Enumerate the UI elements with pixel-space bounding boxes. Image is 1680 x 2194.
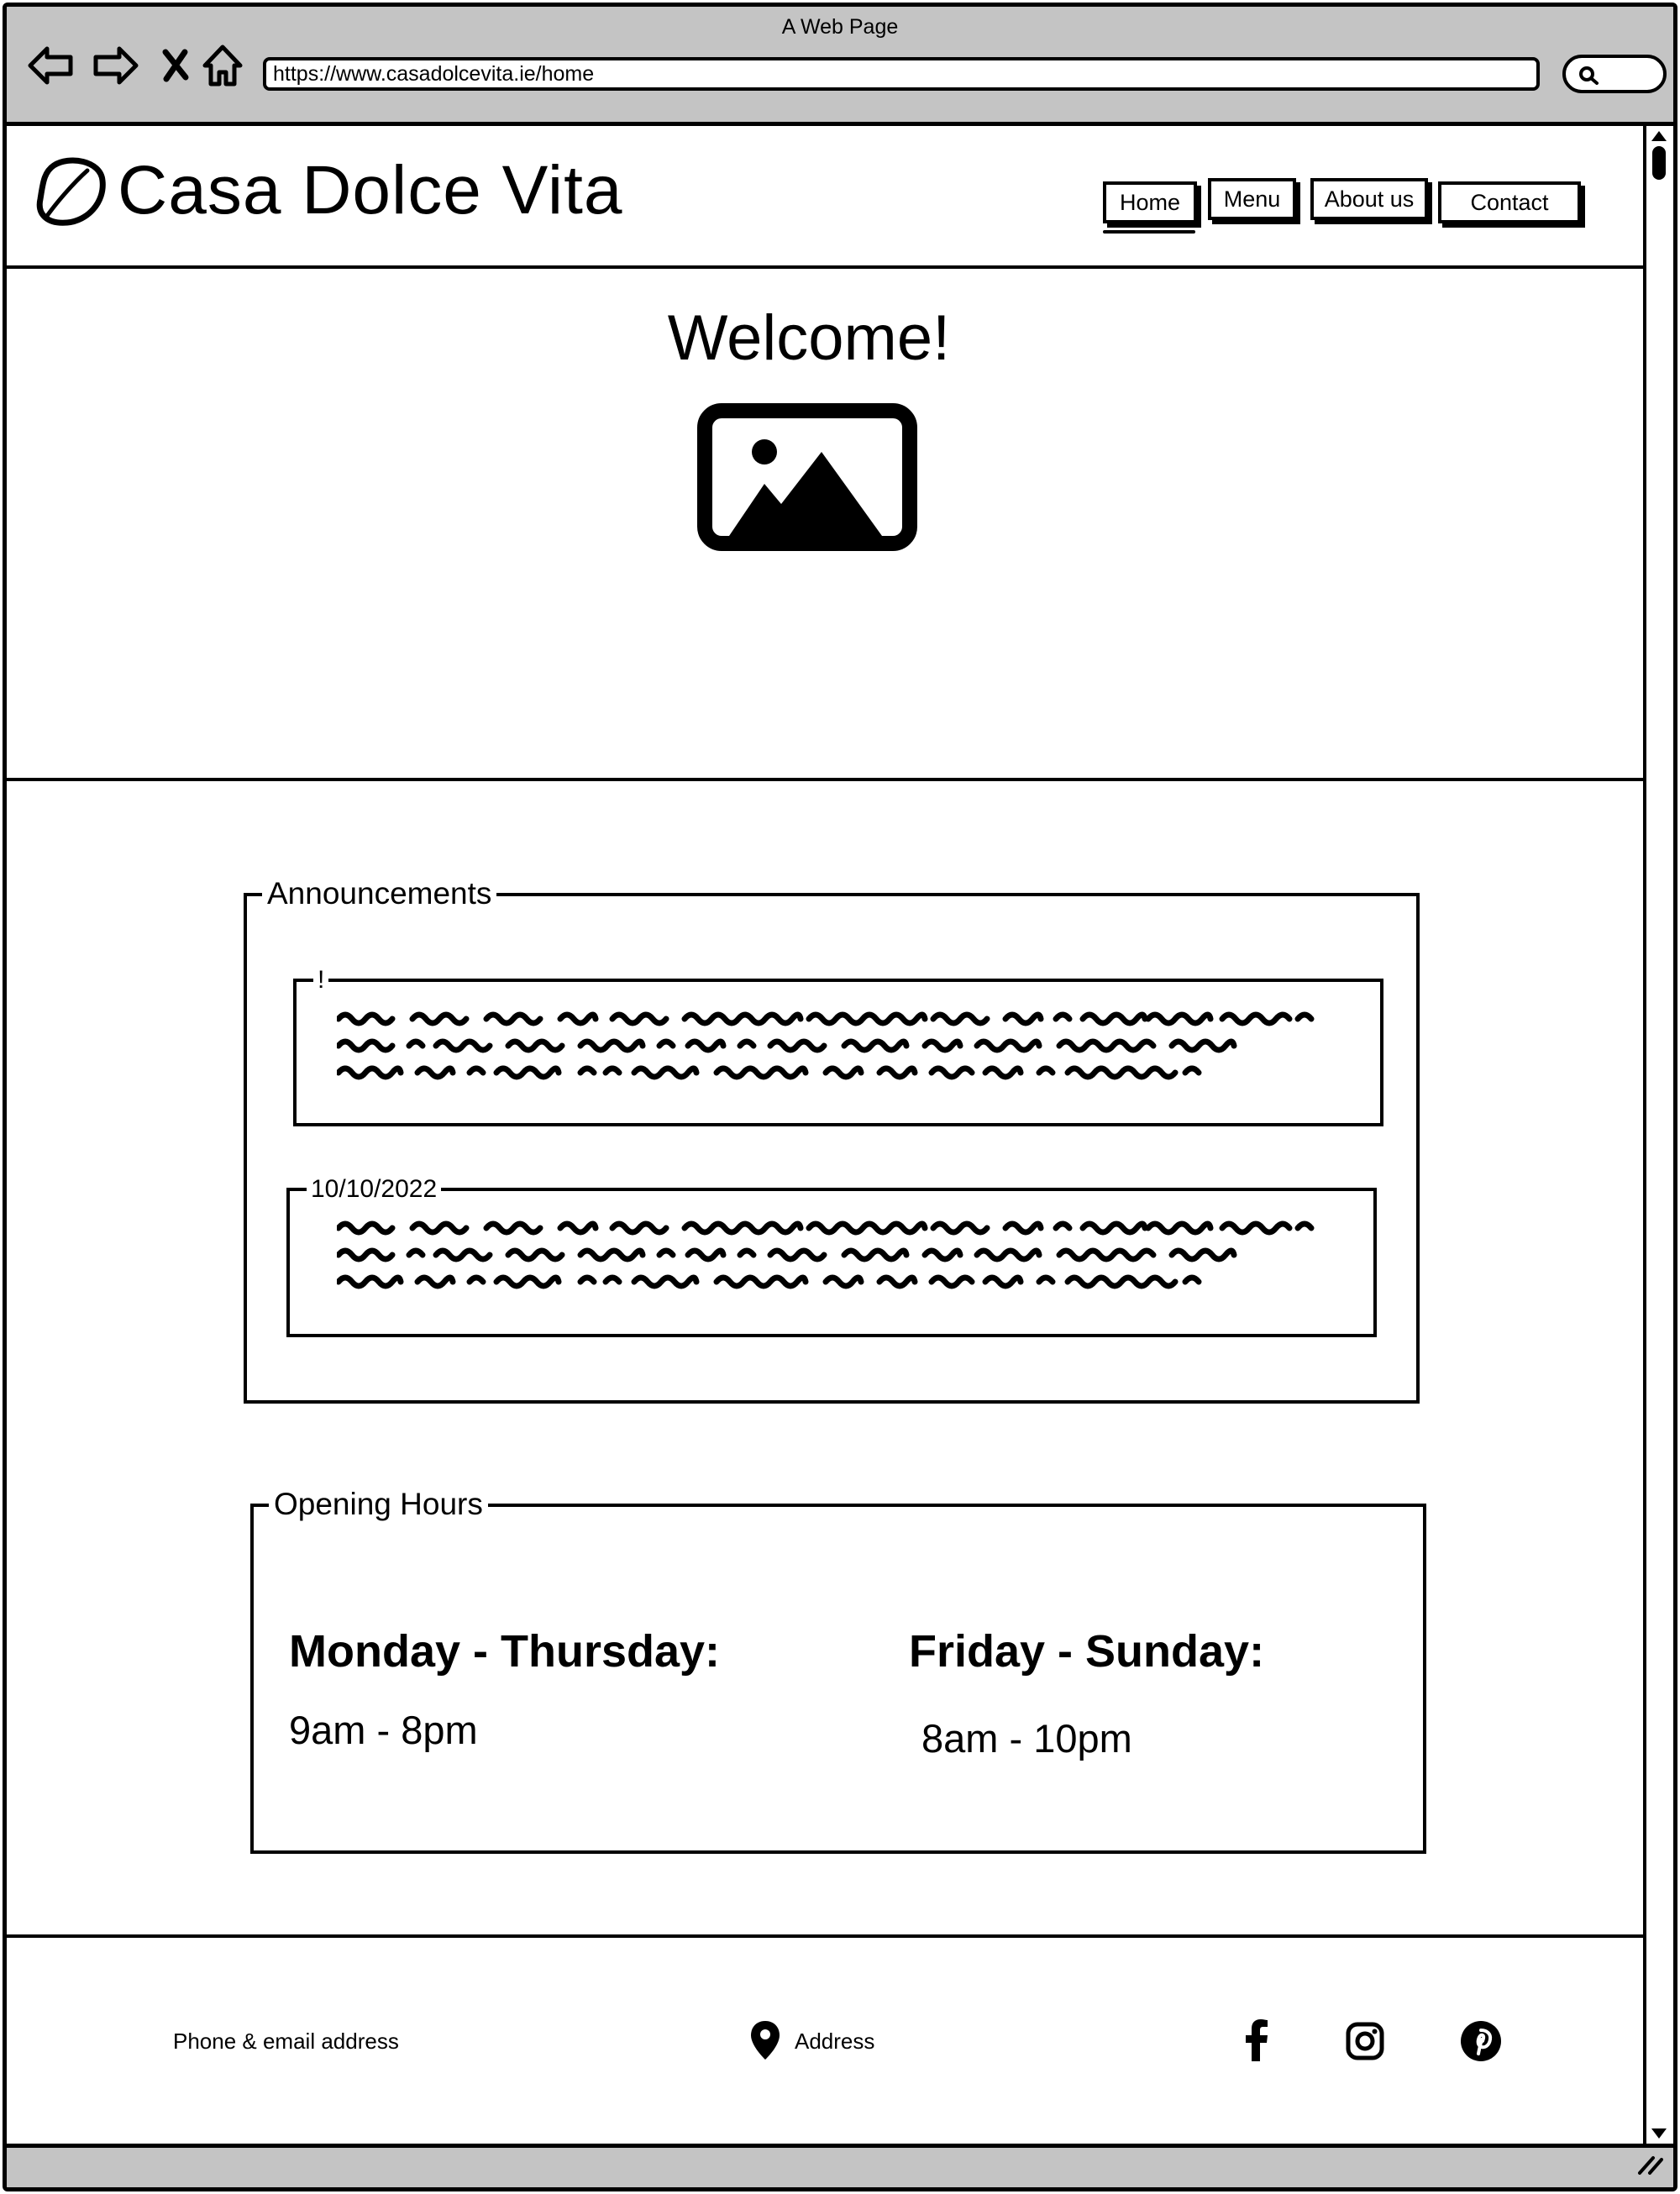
announcements-legend: Announcements [262,875,497,912]
scroll-thumb[interactable] [1652,146,1666,180]
announcement-label: ! [313,965,329,995]
hours-days-weekday: Monday - Thursday: [289,1626,721,1677]
map-pin-icon [748,2018,783,2062]
browser-status-bar [7,2144,1673,2187]
forward-arrow-icon[interactable] [91,40,139,91]
image-placeholder-icon [697,403,917,555]
scroll-down-arrow-icon[interactable] [1651,2128,1667,2139]
window-title: A Web Page [781,15,899,39]
pinterest-icon[interactable] [1458,2018,1504,2064]
vertical-scrollbar[interactable] [1643,126,1673,2144]
address-bar[interactable]: https://www.casadolcevita.ie/home [263,57,1540,91]
back-arrow-icon[interactable] [27,40,76,91]
page-content: Casa Dolce Vita Home Menu About us Conta… [7,126,1649,2144]
placeholder-text-scribble [337,1220,1315,1289]
scroll-up-arrow-icon[interactable] [1651,131,1667,141]
site-header: Casa Dolce Vita Home Menu About us Conta… [7,126,1649,269]
hours-time-weekend: 8am - 10pm [921,1716,1132,1761]
welcome-heading: Welcome! [667,302,951,374]
hero-section: Welcome! [7,269,1649,781]
hours-days-weekend: Friday - Sunday: [909,1626,1265,1677]
announcements-section: Announcements ! 10/10/2022 [244,875,1420,1404]
nav-tab-home[interactable]: Home [1103,181,1197,234]
browser-search-field[interactable] [1562,55,1667,93]
opening-hours-legend: Opening Hours [269,1486,488,1523]
hours-time-weekday: 9am - 8pm [289,1708,478,1752]
site-footer: Phone & email address Address [7,1934,1649,2157]
nav-tab-about-us[interactable]: About us [1310,178,1428,220]
close-icon[interactable] [151,40,200,91]
resize-grip-icon[interactable] [1635,2151,1663,2181]
instagram-icon[interactable] [1344,2020,1386,2062]
footer-address: Address [795,2029,875,2054]
placeholder-text-scribble [337,1011,1315,1080]
nav-tab-contact[interactable]: Contact [1438,181,1581,223]
nav-tab-menu[interactable]: Menu [1208,178,1296,220]
announcement-date: 10/10/2022 [307,1174,442,1205]
lemon-icon [35,155,108,232]
home-icon[interactable] [198,40,247,91]
search-icon [1578,66,1601,90]
browser-toolbar: A Web Page https://www.casadolcevita.ie/… [7,7,1673,126]
site-name: Casa Dolce Vita [118,152,623,228]
footer-contact: Phone & email address [173,2029,399,2054]
announcement-item: 10/10/2022 [286,1174,1377,1337]
browser-window: A Web Page https://www.casadolcevita.ie/… [3,3,1677,2191]
facebook-icon[interactable] [1238,2018,1275,2062]
announcement-item: ! [293,965,1383,1126]
opening-hours-section: Opening Hours Monday - Thursday: 9am - 8… [250,1486,1426,1854]
